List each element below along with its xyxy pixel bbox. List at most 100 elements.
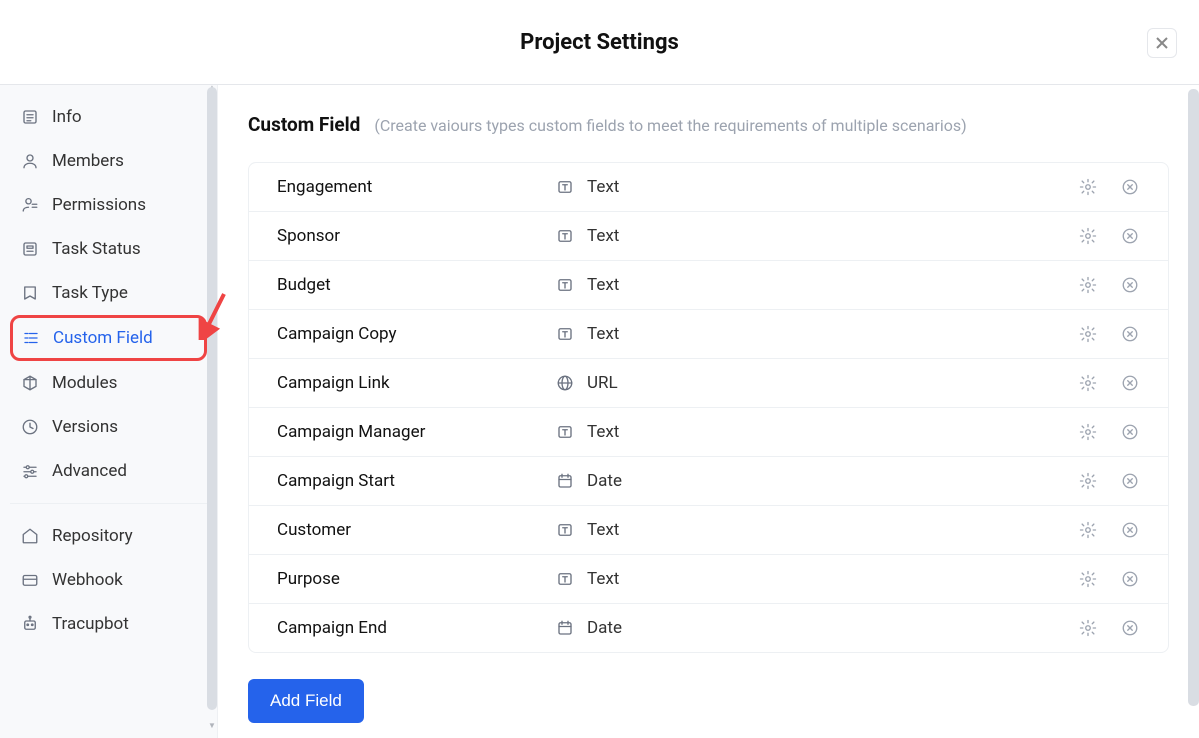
- field-name: Engagement: [277, 177, 555, 197]
- field-settings-button[interactable]: [1078, 618, 1098, 638]
- members-icon: [20, 151, 40, 171]
- sidebar-item-custom-field[interactable]: Custom Field: [10, 315, 207, 361]
- field-type-label: Text: [587, 569, 619, 589]
- field-actions: [1078, 569, 1140, 589]
- field-type-label: Date: [587, 618, 622, 638]
- field-type-label: Date: [587, 471, 622, 491]
- gear-icon: [1079, 472, 1097, 490]
- section-description: (Create vaiours types custom fields to m…: [374, 116, 966, 135]
- text-type-icon: [555, 226, 575, 246]
- taskstatus-icon: [20, 239, 40, 259]
- field-type: Text: [555, 422, 1078, 442]
- tracupbot-icon: [20, 614, 40, 634]
- field-delete-button[interactable]: [1120, 373, 1140, 393]
- delete-icon: [1121, 521, 1139, 539]
- sidebar-item-label: Task Type: [52, 283, 128, 303]
- dialog-header: Project Settings: [0, 0, 1199, 85]
- field-type-label: Text: [587, 520, 619, 540]
- tasktype-icon: [20, 283, 40, 303]
- field-settings-button[interactable]: [1078, 373, 1098, 393]
- field-name: Campaign Link: [277, 373, 555, 393]
- text-type-icon: [555, 324, 575, 344]
- field-type-label: Text: [587, 422, 619, 442]
- field-settings-button[interactable]: [1078, 520, 1098, 540]
- field-delete-button[interactable]: [1120, 226, 1140, 246]
- field-row: CustomerText: [249, 506, 1168, 555]
- custom-field-list: EngagementTextSponsorTextBudgetTextCampa…: [248, 162, 1169, 653]
- sidebar-scrollbar-thumb[interactable]: [207, 87, 217, 710]
- sidebar-item-advanced[interactable]: Advanced: [10, 449, 207, 493]
- gear-icon: [1079, 619, 1097, 637]
- sidebar-item-task-type[interactable]: Task Type: [10, 271, 207, 315]
- field-delete-button[interactable]: [1120, 275, 1140, 295]
- sidebar-item-modules[interactable]: Modules: [10, 361, 207, 405]
- field-delete-button[interactable]: [1120, 520, 1140, 540]
- sidebar-item-versions[interactable]: Versions: [10, 405, 207, 449]
- gear-icon: [1079, 325, 1097, 343]
- field-actions: [1078, 275, 1140, 295]
- sidebar-item-tracupbot[interactable]: Tracupbot: [10, 602, 207, 646]
- sidebar-item-label: Webhook: [52, 570, 123, 590]
- field-settings-button[interactable]: [1078, 226, 1098, 246]
- field-settings-button[interactable]: [1078, 422, 1098, 442]
- gear-icon: [1079, 423, 1097, 441]
- field-settings-button[interactable]: [1078, 569, 1098, 589]
- field-delete-button[interactable]: [1120, 422, 1140, 442]
- add-field-button[interactable]: Add Field: [248, 679, 364, 723]
- field-type: Text: [555, 226, 1078, 246]
- modules-icon: [20, 373, 40, 393]
- sidebar-item-webhook[interactable]: Webhook: [10, 558, 207, 602]
- field-settings-button[interactable]: [1078, 471, 1098, 491]
- sidebar-item-repository[interactable]: Repository: [10, 514, 207, 558]
- field-type-label: URL: [587, 373, 618, 393]
- advanced-icon: [20, 461, 40, 481]
- field-type: Text: [555, 520, 1078, 540]
- field-type: Text: [555, 569, 1078, 589]
- sidebar-item-label: Modules: [52, 373, 117, 393]
- main-scrollbar-thumb[interactable]: [1188, 89, 1199, 706]
- field-type: Date: [555, 618, 1078, 638]
- field-delete-button[interactable]: [1120, 569, 1140, 589]
- field-row: PurposeText: [249, 555, 1168, 604]
- field-delete-button[interactable]: [1120, 618, 1140, 638]
- field-settings-button[interactable]: [1078, 324, 1098, 344]
- url-type-icon: [555, 373, 575, 393]
- field-row: Campaign Start Date: [249, 457, 1168, 506]
- text-type-icon: [555, 520, 575, 540]
- field-name: Campaign Start: [277, 471, 555, 491]
- field-settings-button[interactable]: [1078, 275, 1098, 295]
- gear-icon: [1079, 178, 1097, 196]
- field-delete-button[interactable]: [1120, 177, 1140, 197]
- field-name: Campaign Copy: [277, 324, 555, 344]
- gear-icon: [1079, 374, 1097, 392]
- permissions-icon: [20, 195, 40, 215]
- sidebar-item-members[interactable]: Members: [10, 139, 207, 183]
- sidebar-item-label: Members: [52, 151, 124, 171]
- field-actions: [1078, 422, 1140, 442]
- field-row: Campaign ManagerText: [249, 408, 1168, 457]
- gear-icon: [1079, 521, 1097, 539]
- scrollbar-arrow-down-icon[interactable]: ▼: [208, 721, 216, 730]
- webhook-icon: [20, 570, 40, 590]
- field-name: Campaign End: [277, 618, 555, 638]
- sidebar-item-task-status[interactable]: Task Status: [10, 227, 207, 271]
- text-type-icon: [555, 275, 575, 295]
- sidebar-divider: [10, 503, 207, 504]
- field-actions: [1078, 226, 1140, 246]
- sidebar-item-label: Versions: [52, 417, 118, 437]
- text-type-icon: [555, 177, 575, 197]
- delete-icon: [1121, 374, 1139, 392]
- sidebar-item-permissions[interactable]: Permissions: [10, 183, 207, 227]
- delete-icon: [1121, 619, 1139, 637]
- field-actions: [1078, 324, 1140, 344]
- field-row: SponsorText: [249, 212, 1168, 261]
- field-row: Campaign CopyText: [249, 310, 1168, 359]
- delete-icon: [1121, 276, 1139, 294]
- field-settings-button[interactable]: [1078, 177, 1098, 197]
- field-type: Text: [555, 324, 1078, 344]
- sidebar-item-info[interactable]: Info: [10, 95, 207, 139]
- close-button[interactable]: [1147, 28, 1177, 58]
- delete-icon: [1121, 570, 1139, 588]
- field-delete-button[interactable]: [1120, 471, 1140, 491]
- field-delete-button[interactable]: [1120, 324, 1140, 344]
